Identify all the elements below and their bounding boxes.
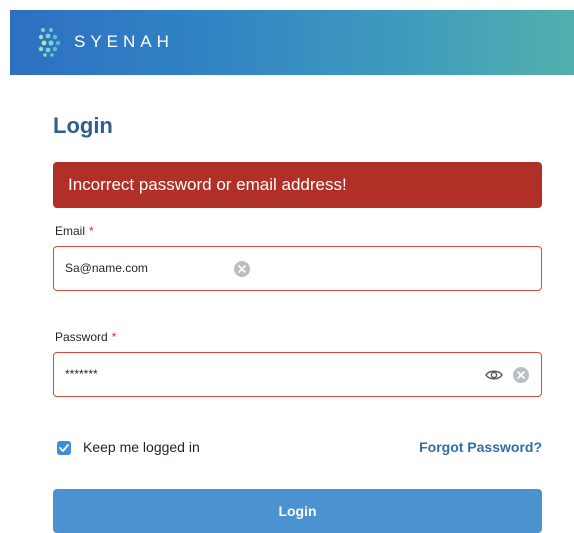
clear-circle-icon[interactable] (513, 367, 529, 383)
password-field[interactable]: ******* (53, 352, 542, 397)
eye-icon[interactable] (485, 367, 503, 388)
brand-logo[interactable]: SYENAH (38, 27, 174, 57)
email-label: Email * (55, 224, 94, 238)
error-message: Incorrect password or email address! (68, 175, 347, 194)
clear-circle-icon[interactable] (234, 261, 250, 277)
page-title: Login (53, 113, 113, 138)
email-field[interactable]: Sa@name.com (53, 246, 542, 291)
required-mark: * (89, 224, 94, 238)
brand-name: SYENAH (74, 32, 174, 51)
required-mark: * (111, 330, 117, 344)
keep-logged-in-checkbox[interactable] (57, 441, 71, 455)
password-value: ******* (65, 367, 98, 381)
app-header: SYENAH (10, 10, 574, 75)
keep-logged-in-label[interactable]: Keep me logged in (83, 439, 200, 455)
login-button[interactable]: Login (53, 489, 542, 533)
error-alert: Incorrect password or email address! (53, 162, 542, 208)
dots-grid-logo-icon (38, 27, 64, 57)
forgot-password-link[interactable]: Forgot Password? (419, 439, 542, 455)
password-label: Password * (55, 330, 117, 344)
checkmark-icon (59, 444, 69, 452)
email-value: Sa@name.com (65, 261, 148, 275)
